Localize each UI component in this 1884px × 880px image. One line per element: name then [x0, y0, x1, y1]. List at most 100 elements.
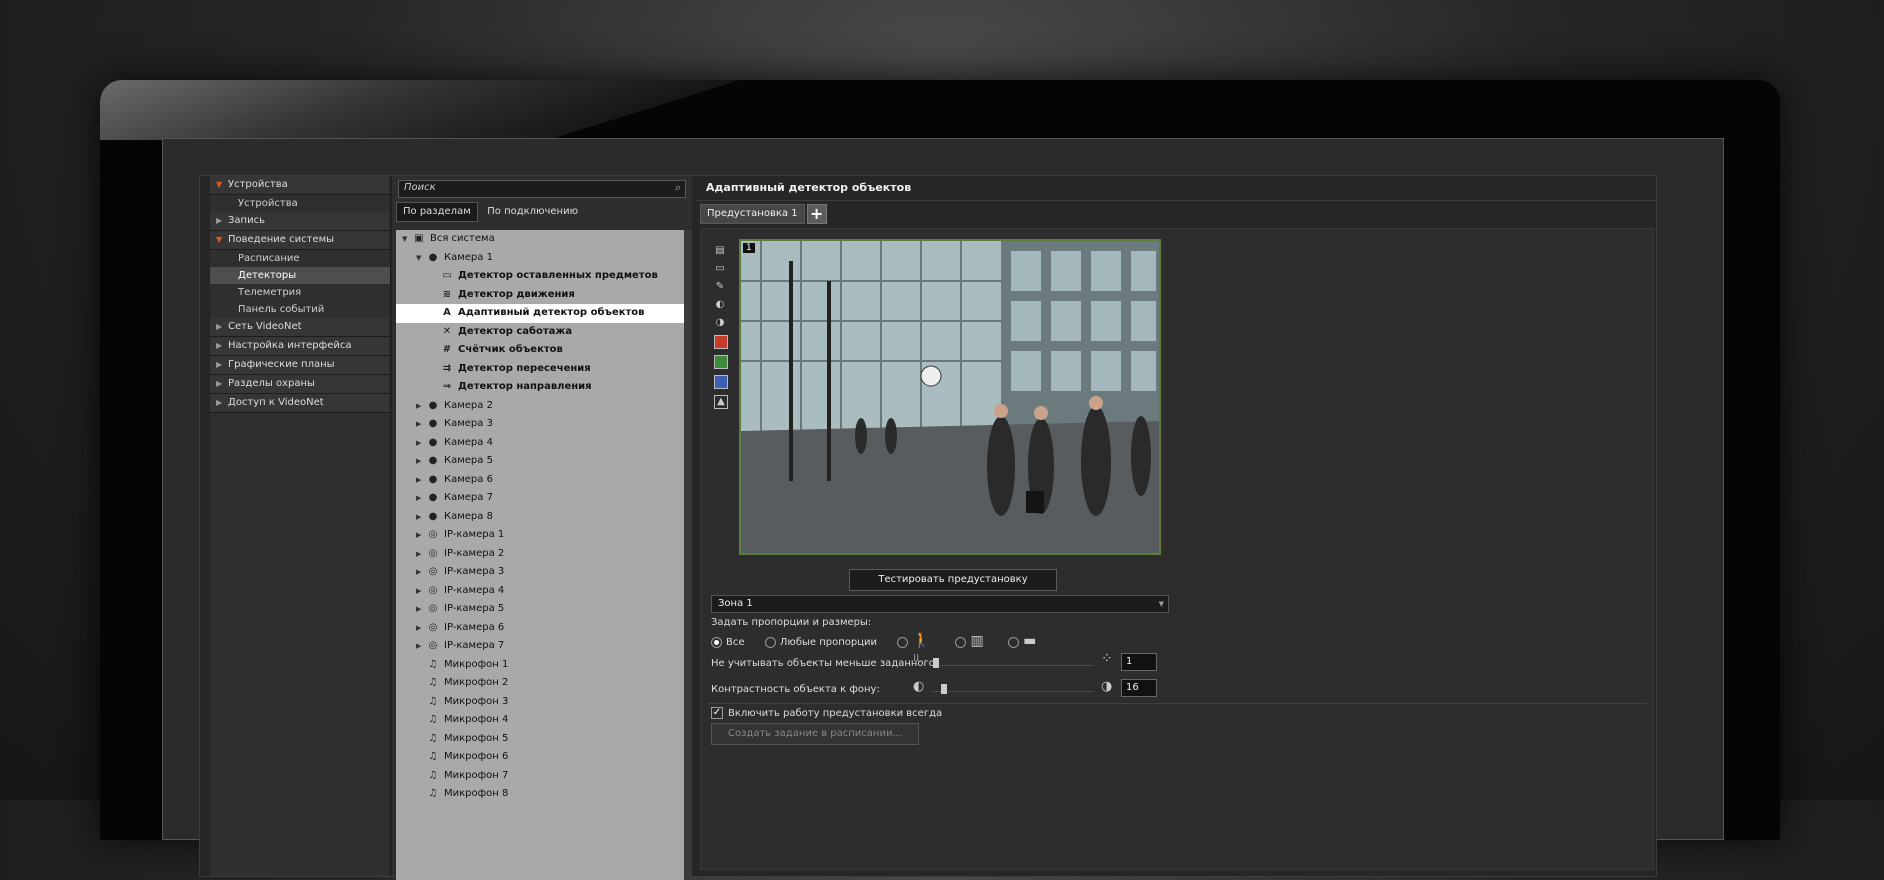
tree-node[interactable]: ▶ ◎ IP-камера 4	[396, 582, 684, 601]
clear-zone-icon[interactable]: ▭	[714, 263, 726, 275]
nav-item[interactable]: Панель событий	[210, 301, 390, 318]
tree-expand-icon[interactable]: ▶	[416, 563, 426, 582]
add-preset-button[interactable]: +	[806, 204, 827, 224]
tree-node[interactable]: ▶ ◎ IP-камера 1	[396, 526, 684, 545]
tree-node[interactable]: ♫ Микрофон 8	[396, 785, 684, 804]
radio-any-proportions[interactable]	[764, 636, 776, 648]
tree-node-label: IP-камера 7	[444, 640, 505, 651]
tree-node[interactable]: ▶ ● Камера 4	[396, 434, 684, 453]
tree-node[interactable]: ▶ ◎ IP-камера 6	[396, 619, 684, 638]
tree-node[interactable]: ♫ Микрофон 7	[396, 767, 684, 786]
search-input[interactable]: Поиск ⌕	[398, 180, 686, 198]
tab-by-connection[interactable]: По подключению	[481, 203, 584, 221]
low-contrast-icon: ◐	[913, 679, 925, 694]
min-size-slider[interactable]	[933, 658, 1093, 680]
tree-expand-icon[interactable]: ▶	[416, 545, 426, 564]
nav-item[interactable]: Устройства	[210, 195, 390, 212]
blue-zone-icon[interactable]	[714, 375, 728, 389]
tree-node[interactable]: ✕ Детектор саботажа	[396, 323, 684, 342]
tree-node[interactable]: ♫ Микрофон 2	[396, 674, 684, 693]
section-divider	[707, 703, 1647, 704]
tree-node[interactable]: ▼ ● Камера 1	[396, 249, 684, 268]
zone-tool-icon[interactable]: ▤	[714, 245, 726, 257]
nav-section-label: Графические планы	[228, 359, 335, 370]
min-size-input[interactable]: 1	[1121, 653, 1157, 671]
tree-collapse-icon[interactable]: ▼	[402, 230, 412, 249]
tree-node[interactable]: ▶ ● Камера 6	[396, 471, 684, 490]
tree-node[interactable]: A Адаптивный детектор объектов	[396, 304, 684, 323]
tree-node[interactable]: ▶ ● Камера 8	[396, 508, 684, 527]
tree-node[interactable]: ♫ Микрофон 4	[396, 711, 684, 730]
radio-all[interactable]	[711, 636, 722, 648]
contrast-slider-thumb[interactable]	[941, 684, 947, 694]
tree-expand-icon[interactable]: ▶	[416, 452, 426, 471]
tree-node[interactable]: ▼ ▣ Вся система	[396, 230, 684, 249]
nav-section[interactable]: ▶ Сеть VideoNet	[210, 318, 390, 337]
tree-node[interactable]: ≋ Детектор движения	[396, 286, 684, 305]
brush-icon[interactable]: ✎	[714, 281, 726, 293]
nav-item[interactable]: Телеметрия	[210, 284, 390, 301]
radio-truck[interactable]	[955, 636, 967, 648]
tree-expand-icon[interactable]: ▶	[416, 526, 426, 545]
tree-node[interactable]: ▶ ● Камера 2	[396, 397, 684, 416]
green-zone-icon[interactable]	[714, 355, 728, 369]
tree-node[interactable]: ▶ ● Камера 7	[396, 489, 684, 508]
zone-select[interactable]: Зона 1 ▼	[711, 595, 1169, 613]
tree-node[interactable]: ♫ Микрофон 1	[396, 656, 684, 675]
always-on-checkbox[interactable]: ✓	[711, 707, 723, 719]
tree-node[interactable]: ▶ ● Камера 3	[396, 415, 684, 434]
tree-node[interactable]: ⇉ Детектор пересечения	[396, 360, 684, 379]
nav-item[interactable]: Расписание	[210, 250, 390, 267]
nav-section[interactable]: ▼ Поведение системы	[210, 231, 390, 250]
tree-expand-icon[interactable]: ▶	[416, 637, 426, 656]
tree-node[interactable]: ▶ ● Камера 5	[396, 452, 684, 471]
tree-node[interactable]: ♫ Микрофон 6	[396, 748, 684, 767]
tree-expand-icon[interactable]: ▶	[416, 582, 426, 601]
tree-node[interactable]: ♫ Микрофон 5	[396, 730, 684, 749]
tree-expand-icon[interactable]: ▶	[416, 508, 426, 527]
tree-expand-icon[interactable]: ▶	[416, 489, 426, 508]
test-preset-button[interactable]: Тестировать предустановку	[849, 569, 1057, 591]
tree-node[interactable]: # Счётчик объектов	[396, 341, 684, 360]
contrast-input[interactable]: 16	[1121, 679, 1157, 697]
radio-car[interactable]	[1008, 636, 1020, 648]
nav-section[interactable]: ▶ Графические планы	[210, 356, 390, 375]
search-icon[interactable]: ⌕	[675, 181, 681, 195]
tree-node[interactable]: ▭ Детектор оставленных предметов	[396, 267, 684, 286]
nav-section[interactable]: ▶ Доступ к VideoNet	[210, 394, 390, 413]
nav-section[interactable]: ▶ Запись	[210, 212, 390, 231]
create-schedule-task-button[interactable]: Создать задание в расписании...	[711, 723, 919, 745]
image-icon[interactable]: ▲	[714, 395, 728, 409]
tree-node[interactable]: ▶ ◎ IP-камера 3	[396, 563, 684, 582]
always-on-option: ✓ Включить работу предустановки всегда	[711, 705, 942, 723]
tree-node[interactable]: ⇒ Детектор направления	[396, 378, 684, 397]
brightness-icon[interactable]: ◐	[714, 299, 726, 311]
tree-node[interactable]: ▶ ◎ IP-камера 7	[396, 637, 684, 656]
tree-expand-icon[interactable]: ▶	[416, 600, 426, 619]
tree-node[interactable]: ▶ ◎ IP-камера 2	[396, 545, 684, 564]
min-size-label: Не учитывать объекты меньше заданного:	[711, 658, 939, 669]
nav-section[interactable]: ▼ Устройства	[210, 176, 390, 195]
tab-by-sections[interactable]: По разделам	[396, 202, 478, 222]
red-zone-icon[interactable]	[714, 335, 728, 349]
tree-expand-icon[interactable]: ▶	[416, 434, 426, 453]
tree-node[interactable]: ♫ Микрофон 3	[396, 693, 684, 712]
camera-preview[interactable]: 1	[739, 239, 1161, 555]
tree-expand-icon[interactable]: ▶	[416, 619, 426, 638]
min-size-slider-thumb[interactable]	[933, 658, 939, 668]
tree-expand-icon[interactable]: ▶	[416, 471, 426, 490]
radio-person[interactable]	[897, 636, 909, 648]
nav-item[interactable]: Детекторы	[210, 267, 390, 284]
tree-expand-icon[interactable]: ▶	[416, 415, 426, 434]
tree-node[interactable]: ▶ ◎ IP-камера 5	[396, 600, 684, 619]
tree-expand-icon[interactable]: ▶	[416, 397, 426, 416]
tree-collapse-icon[interactable]: ▼	[416, 249, 426, 268]
tree-scrollbar[interactable]	[684, 230, 692, 880]
nav-section[interactable]: ▶ Настройка интерфейса	[210, 337, 390, 356]
contrast-icon[interactable]: ◑	[714, 317, 726, 329]
nav-section[interactable]: ▶ Разделы охраны	[210, 375, 390, 394]
nav-section-label: Разделы охраны	[228, 378, 315, 389]
tree-node-label: Микрофон 8	[444, 788, 509, 799]
tree-node-label: Камера 1	[444, 251, 493, 263]
tab-preset-1[interactable]: Предустановка 1	[700, 204, 805, 224]
